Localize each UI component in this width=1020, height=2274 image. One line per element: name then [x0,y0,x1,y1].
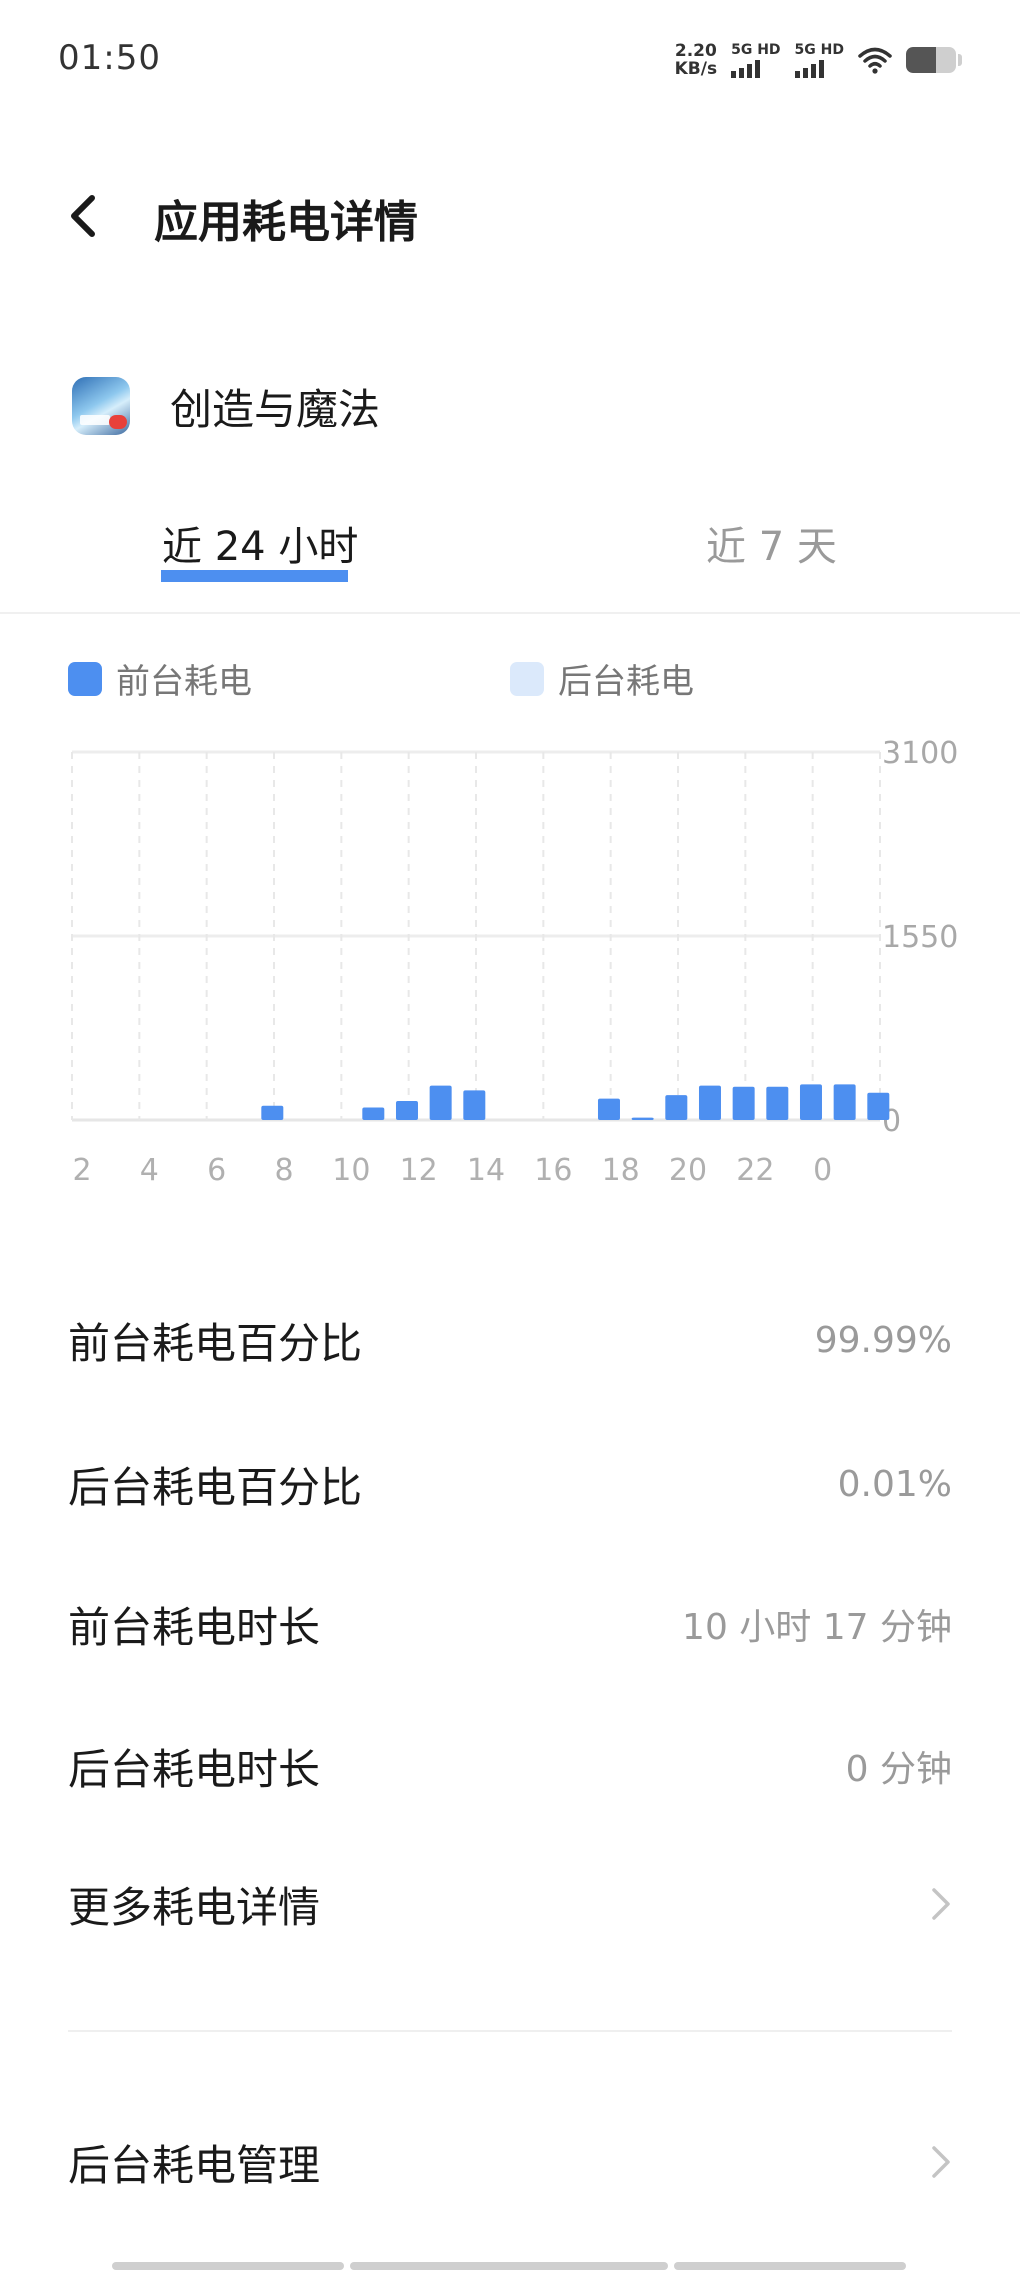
bar-foreground-7 [261,1105,284,1120]
legend-foreground-label: 前台耗电 [116,662,252,702]
stat-label: 后台耗电百分比 [68,1462,363,1512]
legend-background-swatch [510,661,544,696]
bar-foreground-19 [665,1095,688,1120]
active-tab-indicator [161,570,348,582]
stat-value: 0 分钟 [845,1749,952,1790]
sim2-label: 5G HD [794,42,844,58]
section-divider [68,2030,952,2032]
chevron-right-icon [932,2146,950,2178]
bar-foreground-22 [766,1086,789,1120]
wifi-icon [858,47,892,74]
legend-background: 后台耗电 [510,654,694,703]
bar-foreground-12 [429,1085,452,1120]
stat-row-foreground-duration: 前台耗电时长 10 小时 17 分钟 [68,1584,952,1664]
stat-row-background-percent: 后台耗电百分比 0.01% [68,1444,952,1524]
chart-legend: 前台耗电 后台耗电 [68,654,968,702]
x-tick-label: 14 [467,1153,505,1188]
x-tick-label: 8 [274,1153,293,1188]
signal-bars-icon [794,60,824,78]
network-speed-unit: KB/s [674,59,718,79]
legend-foreground-swatch [68,661,102,696]
stat-row-background-duration: 后台耗电时长 0 分钟 [68,1726,952,1806]
home-indicator[interactable] [350,2262,668,2270]
stat-value: 10 小时 17 分钟 [682,1607,952,1648]
stat-value: 0.01% [837,1463,952,1505]
battery-icon [906,47,956,73]
stat-label: 后台耗电时长 [68,1744,321,1794]
x-tick-label: 6 [207,1153,226,1188]
bar-foreground-0 [833,1084,856,1120]
x-tick-label: 18 [602,1153,640,1188]
bar-foreground-10 [362,1107,385,1120]
y-tick-label: 1550 [882,920,958,955]
chevron-left-icon [71,195,95,237]
battery-tip [958,54,962,66]
bar-foreground-20 [698,1085,721,1120]
bar-foreground-18 [631,1117,654,1120]
network-speed-value: 2.20 [674,41,717,61]
more-details-label: 更多耗电详情 [68,1882,321,1932]
power-usage-detail-page: 01:50 2.20 KB/s 5G HD 5G HD 应用耗电详情 创造与魔法… [0,0,1020,2274]
x-tick-label: 10 [332,1153,370,1188]
background-management-link[interactable]: 后台耗电管理 [68,2122,952,2202]
stat-value: 99.99% [814,1319,952,1361]
x-tick-label: 2 [72,1153,91,1188]
sim2-signal: 5G HD [794,42,844,78]
y-tick-label: 3100 [882,736,958,771]
sim1-signal: 5G HD [731,42,781,78]
page-title: 应用耗电详情 [154,197,418,248]
tabs-divider [0,612,1020,614]
x-tick-label: 4 [140,1153,159,1188]
bar-chart: 3100155002 4 6 8 10 12 14 16 18 20 22 0 [71,736,958,1188]
signal-bars-icon [731,60,761,78]
x-tick-label: 0 [813,1153,832,1188]
chevron-right-icon [932,1888,950,1920]
stat-row-foreground-percent: 前台耗电百分比 99.99% [68,1300,952,1380]
app-name: 创造与魔法 [170,384,381,434]
period-tabs: 近 24 小时 近 7 天 [0,506,1020,610]
tab-24-hours[interactable]: 近 24 小时 [162,514,358,572]
app-icon [72,377,130,435]
power-usage-chart: 3100 1550 0 2 4 6 8 10 12 14 16 18 20 22 0 [0,720,1020,1200]
more-details-link[interactable]: 更多耗电详情 [68,1864,952,1944]
app-info-row: 创造与魔法 [72,374,380,438]
legend-foreground: 前台耗电 [68,654,252,703]
bar-foreground-11 [395,1101,418,1120]
bar-foreground-21 [732,1086,755,1120]
status-icons: 2.20 KB/s 5G HD 5G HD [675,38,962,82]
x-tick-label: 16 [534,1153,572,1188]
status-time: 01:50 [58,38,161,78]
status-bar: 01:50 2.20 KB/s 5G HD 5G HD [0,0,1020,120]
network-speed: 2.20 KB/s [675,42,717,78]
back-button[interactable] [60,188,110,244]
header: 应用耗电详情 [0,160,1020,270]
stat-label: 前台耗电百分比 [68,1318,363,1368]
tab-7-days[interactable]: 近 7 天 [706,514,837,572]
bar-foreground-13 [463,1090,486,1120]
sim1-label: 5G HD [731,42,781,58]
bar-foreground-23 [799,1084,822,1120]
stat-label: 前台耗电时长 [68,1602,321,1652]
x-tick-label: 22 [736,1153,774,1188]
home-indicator[interactable] [112,2262,344,2270]
legend-background-label: 后台耗电 [558,662,694,702]
home-indicator[interactable] [674,2262,906,2270]
background-management-label: 后台耗电管理 [68,2140,321,2190]
x-tick-label: 12 [400,1153,438,1188]
bar-foreground-1 [867,1092,890,1120]
x-tick-label: 20 [669,1153,707,1188]
bar-foreground-17 [597,1098,620,1120]
